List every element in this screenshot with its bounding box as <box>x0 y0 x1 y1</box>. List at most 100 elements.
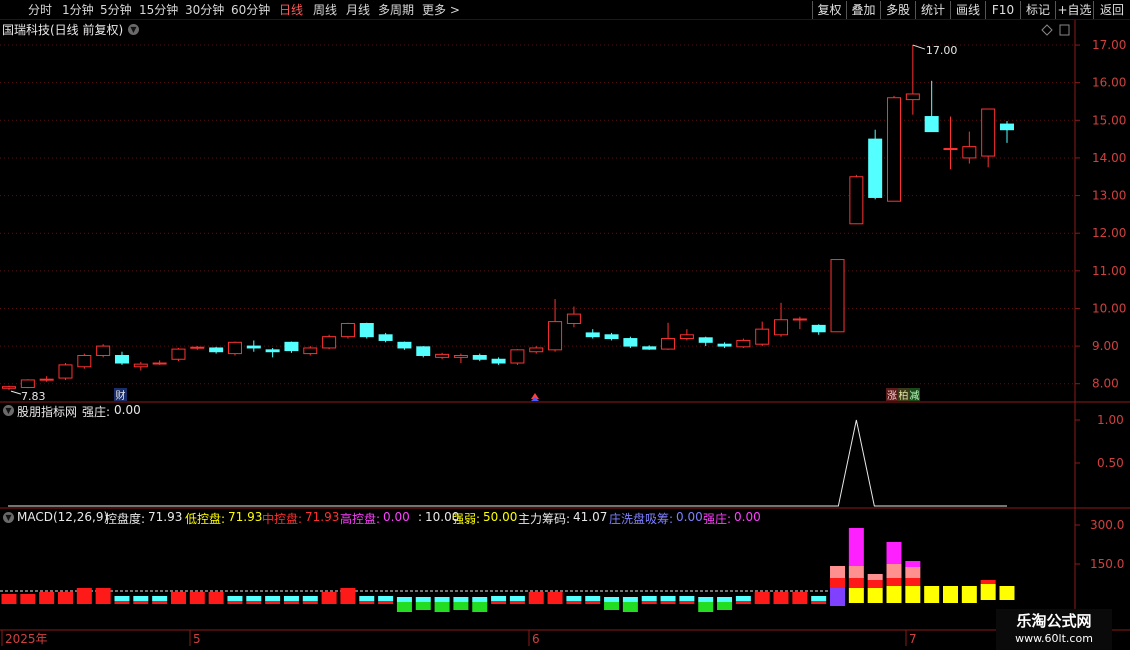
macd-bar-red-base <box>265 601 281 604</box>
candle-body-up <box>510 349 525 364</box>
candle <box>77 353 92 369</box>
candle <box>792 316 807 330</box>
macd-bar-green <box>698 602 714 612</box>
macd-bar-red-base <box>283 601 299 604</box>
candle-body-up <box>340 323 355 338</box>
macd-bar-green <box>622 602 638 612</box>
macd-bar-cyan <box>698 597 714 602</box>
watermark: 乐淘公式网 www.60lt.com <box>996 609 1112 650</box>
candle-body-up <box>77 354 92 368</box>
period-tab-5[interactable]: 60分钟 <box>231 2 270 18</box>
candle-body-down <box>604 334 619 340</box>
macd-bar-red-base <box>811 601 827 604</box>
macd-bar-cyan <box>660 596 676 601</box>
candle <box>529 346 544 354</box>
macd-surge-bar <box>848 588 864 603</box>
legend-item-value: 71.93 <box>148 510 183 524</box>
toolbar-button-0[interactable]: 复权 <box>812 1 846 19</box>
period-tab-6[interactable]: 日线 <box>279 2 303 18</box>
candle <box>999 121 1014 143</box>
date-label: 5 <box>193 632 201 646</box>
macd-surge-bar <box>830 578 846 588</box>
candle-body-up <box>171 348 186 360</box>
macd-bar-cyan <box>604 597 620 602</box>
candle <box>868 129 883 200</box>
period-tab-1[interactable]: 1分钟 <box>62 2 94 18</box>
candle-body-down <box>378 334 393 341</box>
candle-body-up <box>453 354 468 358</box>
candle-body-down <box>397 341 412 349</box>
period-tab-3[interactable]: 15分钟 <box>139 2 178 18</box>
macd-bar-red-base <box>246 601 262 604</box>
candle-body-up <box>981 108 996 157</box>
macd-bar-red-base <box>491 601 507 604</box>
candle <box>830 259 845 333</box>
legend-item-label: : <box>418 510 423 524</box>
sub1-collapse-icon[interactable]: ▼ <box>3 405 14 416</box>
toolbar-button-2[interactable]: 多股 <box>880 1 915 19</box>
macd-bar-cyan <box>566 596 582 601</box>
candle <box>755 321 770 347</box>
candle-body-up <box>322 336 337 349</box>
macd-bar-cyan <box>585 596 601 601</box>
period-tab-9[interactable]: 多周期 <box>378 2 414 18</box>
macd-surge-bar <box>830 588 846 606</box>
period-tab-0[interactable]: 分时 <box>28 2 52 18</box>
toolbar-button-3[interactable]: 统计 <box>915 1 950 19</box>
macd-bar-red <box>20 594 36 604</box>
macd-surge-bar <box>848 528 864 566</box>
candle-body-up <box>679 334 694 340</box>
period-tab-7[interactable]: 周线 <box>313 2 337 18</box>
period-tab-10[interactable]: 更多 > <box>422 2 460 18</box>
candle <box>152 360 167 365</box>
macd-bar-cyan <box>283 596 299 601</box>
toolbar-button-4[interactable]: 画线 <box>950 1 985 19</box>
macd-bar-red-base <box>359 601 375 604</box>
price-tick-label: 10.00 <box>1092 301 1126 315</box>
macd-bar-red <box>547 592 563 604</box>
limit-up-marker: 涨 <box>886 388 898 402</box>
sub2-tick-label: 150.0 <box>1090 557 1124 571</box>
candle <box>453 353 468 364</box>
price-tick-label: 12.00 <box>1092 226 1126 240</box>
macd-bar-cyan <box>472 597 488 602</box>
period-tab-2[interactable]: 5分钟 <box>100 2 132 18</box>
legend-item-label: 高控盘: <box>340 512 381 526</box>
legend-item-value: 41.07 <box>573 510 608 524</box>
candle-body-up <box>529 347 544 353</box>
macd-bar-red <box>95 588 111 604</box>
macd-bar-red-base <box>133 601 149 604</box>
candle-body-up <box>152 362 167 365</box>
candle-body-down <box>491 358 506 364</box>
candle-body-down <box>924 116 939 133</box>
macd-bar-green <box>396 602 412 612</box>
macd-surge-bar <box>980 584 996 600</box>
candle-body-up <box>962 146 977 159</box>
candle-body-down <box>472 354 487 360</box>
macd-bar-red-base <box>378 601 394 604</box>
candle <box>340 322 355 339</box>
period-tab-8[interactable]: 月线 <box>346 2 370 18</box>
macd-bar-red-base <box>566 601 582 604</box>
macd-bar-red-base <box>660 601 676 604</box>
toolbar-button-7[interactable]: +自选 <box>1055 1 1093 19</box>
candle <box>981 108 996 168</box>
candle <box>58 363 73 380</box>
candle-body-up <box>661 338 676 350</box>
toolbar-button-5[interactable]: F10 <box>985 1 1020 19</box>
toolbar-button-6[interactable]: 标记 <box>1020 1 1055 19</box>
sub1-tick-label: 0.50 <box>1097 456 1124 470</box>
toolbar-button-8[interactable]: 返回 <box>1093 1 1130 19</box>
macd-surge-bar <box>867 580 883 588</box>
panel-icon <box>1059 24 1070 36</box>
macd-bar-cyan <box>735 596 751 601</box>
candle-body-up <box>905 93 920 101</box>
sub1-metric-label: 强庄: <box>82 405 111 419</box>
sub2-collapse-icon[interactable]: ▼ <box>3 512 14 523</box>
toolbar-button-1[interactable]: 叠加 <box>846 1 880 19</box>
macd-surge-bar <box>905 586 921 603</box>
period-tab-4[interactable]: 30分钟 <box>185 2 224 18</box>
macd-surge-bar <box>905 567 921 578</box>
macd-surge-bar <box>867 574 883 580</box>
main-collapse-icon[interactable]: ▼ <box>128 24 139 35</box>
